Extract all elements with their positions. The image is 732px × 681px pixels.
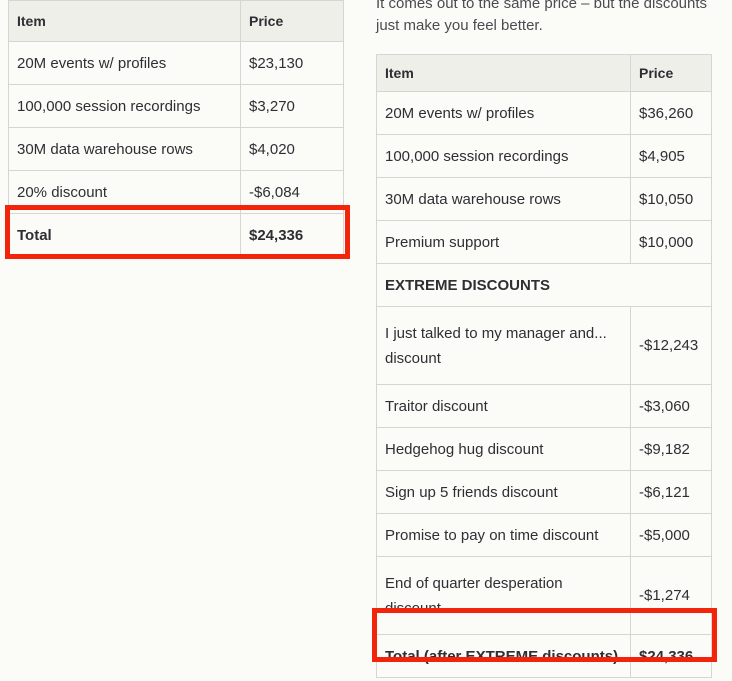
price-cell: $4,905 <box>630 134 712 178</box>
column-header-item: Item <box>8 0 241 42</box>
total-row: Total $24,336 <box>8 213 344 257</box>
table-row: 30M data warehouse rows $4,020 <box>8 127 344 171</box>
price-cell: $23,130 <box>240 41 344 85</box>
column-header-price: Price <box>240 0 344 42</box>
item-cell: 20M events w/ profiles <box>376 91 631 135</box>
table-row: Hedgehog hug discount -$9,182 <box>376 427 712 471</box>
item-cell: 20% discount <box>8 170 241 214</box>
item-cell: 100,000 session recordings <box>8 84 241 128</box>
table-row: End of quarter desperation discount -$1,… <box>376 556 712 635</box>
extreme-discount-pricing-table: Item Price 20M events w/ profiles $36,26… <box>376 54 712 678</box>
price-cell: $3,270 <box>240 84 344 128</box>
table-row: 30M data warehouse rows $10,050 <box>376 177 712 221</box>
total-row: Total (after EXTREME discounts) $24,336 <box>376 634 712 678</box>
price-cell: -$9,182 <box>630 427 712 471</box>
price-cell: -$3,060 <box>630 384 712 428</box>
item-cell: 100,000 session recordings <box>376 134 631 178</box>
price-cell: $36,260 <box>630 91 712 135</box>
item-cell: 30M data warehouse rows <box>376 177 631 221</box>
item-cell: Premium support <box>376 220 631 264</box>
table-row: 20% discount -$6,084 <box>8 170 344 214</box>
standard-pricing-table: Item Price 20M events w/ profiles $23,13… <box>8 0 344 257</box>
item-cell: End of quarter desperation discount <box>376 556 631 635</box>
price-cell: $10,050 <box>630 177 712 221</box>
table-row: Sign up 5 friends discount -$6,121 <box>376 470 712 514</box>
total-price: $24,336 <box>630 634 712 678</box>
item-cell: Traitor discount <box>376 384 631 428</box>
table-row: Promise to pay on time discount -$5,000 <box>376 513 712 557</box>
section-row: EXTREME DISCOUNTS <box>376 263 712 307</box>
price-cell: $10,000 <box>630 220 712 264</box>
item-cell: I just talked to my manager and... disco… <box>376 306 631 385</box>
item-cell: Promise to pay on time discount <box>376 513 631 557</box>
table-row: Premium support $10,000 <box>376 220 712 264</box>
table-row: 100,000 session recordings $3,270 <box>8 84 344 128</box>
total-price: $24,336 <box>240 213 344 257</box>
total-label: Total (after EXTREME discounts) <box>376 634 631 678</box>
table-row: I just talked to my manager and... disco… <box>376 306 712 385</box>
item-cell: Hedgehog hug discount <box>376 427 631 471</box>
price-cell: -$12,243 <box>630 306 712 385</box>
page: Item Price 20M events w/ profiles $23,13… <box>0 0 732 681</box>
table-row: 20M events w/ profiles $36,260 <box>376 91 712 135</box>
item-cell: 30M data warehouse rows <box>8 127 241 171</box>
item-cell: Sign up 5 friends discount <box>376 470 631 514</box>
price-cell: $4,020 <box>240 127 344 171</box>
table-row: 100,000 session recordings $4,905 <box>376 134 712 178</box>
table-header-row: Item Price <box>8 0 344 42</box>
table-row: Traitor discount -$3,060 <box>376 384 712 428</box>
total-label: Total <box>8 213 241 257</box>
price-cell: -$5,000 <box>630 513 712 557</box>
column-header-item: Item <box>376 54 631 92</box>
column-header-price: Price <box>630 54 712 92</box>
price-cell: -$6,121 <box>630 470 712 514</box>
table-header-row: Item Price <box>376 54 712 92</box>
item-cell: 20M events w/ profiles <box>8 41 241 85</box>
price-cell: -$1,274 <box>630 556 712 635</box>
section-label: EXTREME DISCOUNTS <box>376 263 712 307</box>
intro-text: It comes out to the same price – but the… <box>376 0 708 34</box>
price-cell: -$6,084 <box>240 170 344 214</box>
table-row: 20M events w/ profiles $23,130 <box>8 41 344 85</box>
